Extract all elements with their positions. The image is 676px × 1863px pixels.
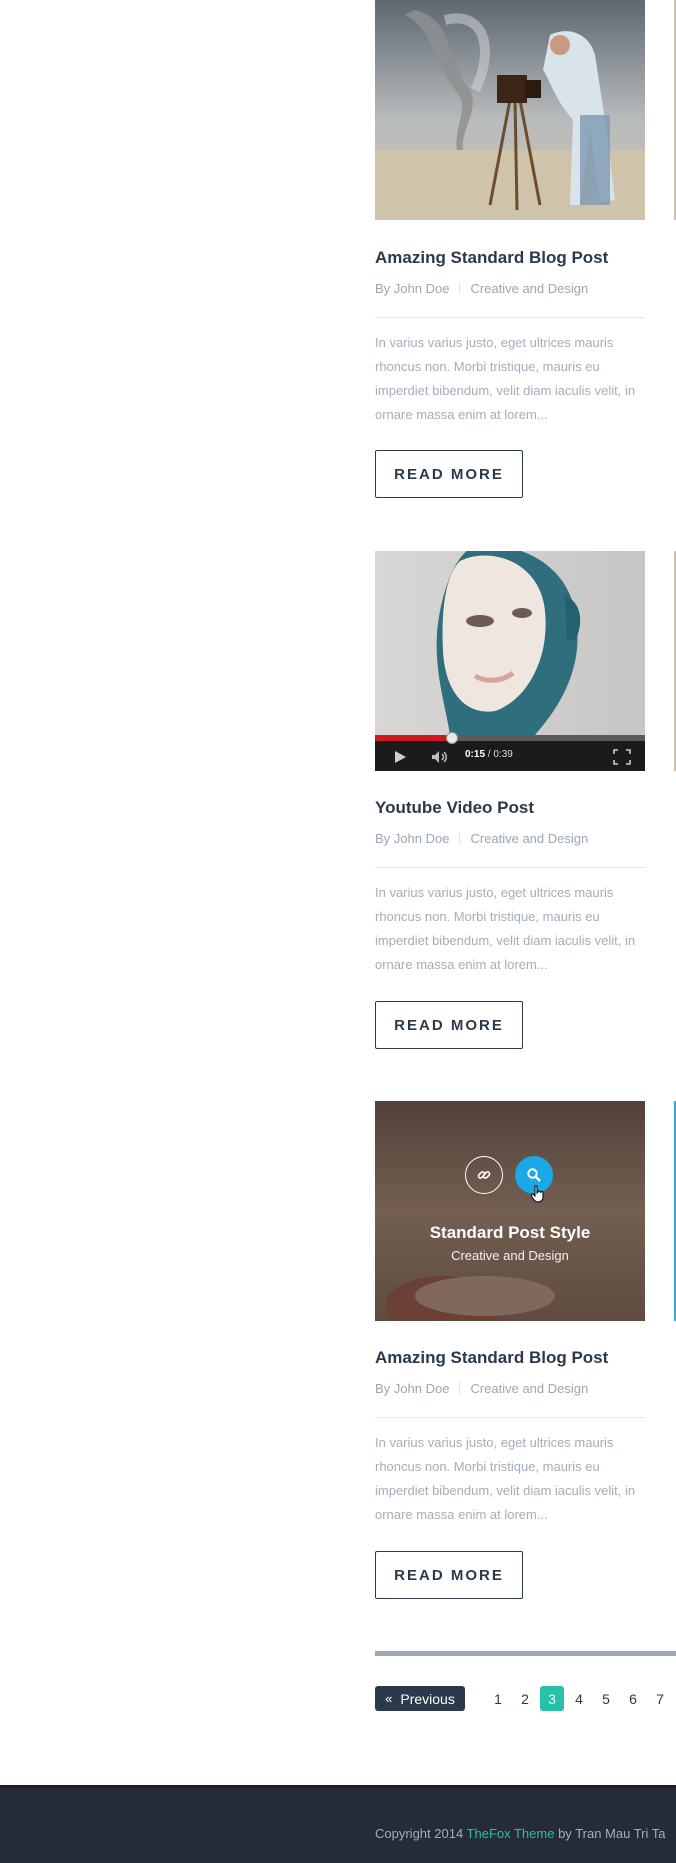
video-duration: / 0:39: [487, 749, 513, 760]
video-progress-fill: [375, 735, 453, 741]
page-number[interactable]: 6: [621, 1686, 645, 1711]
post-meta: By John Doe Creative and Design: [375, 281, 588, 296]
post-category[interactable]: Creative and Design: [470, 831, 588, 846]
page-number[interactable]: 2: [513, 1686, 537, 1711]
post-title[interactable]: Amazing Standard Blog Post: [375, 1348, 608, 1368]
post-image[interactable]: [375, 0, 645, 220]
page-number[interactable]: 7: [648, 1686, 672, 1711]
image-hover-overlay: [375, 1101, 645, 1321]
page-number[interactable]: 3: [540, 1686, 564, 1711]
post-author[interactable]: By John Doe: [375, 281, 449, 296]
post-category[interactable]: Creative and Design: [470, 1381, 588, 1396]
footer: [0, 1785, 676, 1863]
post-author[interactable]: By John Doe: [375, 831, 449, 846]
meta-separator: [459, 1382, 461, 1394]
meta-separator: [459, 282, 461, 294]
post-image[interactable]: Standard Post Style Creative and Design: [375, 1101, 645, 1321]
post-meta: By John Doe Creative and Design: [375, 1381, 588, 1396]
page-number[interactable]: 5: [594, 1686, 618, 1711]
post-author[interactable]: By John Doe: [375, 1381, 449, 1396]
read-more-button[interactable]: READ MORE: [375, 1551, 523, 1599]
footer-prefix: Copyright 2014: [375, 1826, 467, 1841]
footer-copyright: Copyright 2014 TheFox Theme by Tran Mau …: [375, 1826, 666, 1841]
post-divider: [375, 867, 645, 868]
previous-label: Previous: [400, 1690, 455, 1707]
video-time: 0:15 / 0:39: [465, 749, 513, 760]
post-excerpt: In varius varius justo, eget ultrices ma…: [375, 1435, 636, 1522]
post-meta: By John Doe Creative and Design: [375, 831, 588, 846]
overlay-subtitle: Creative and Design: [451, 1248, 569, 1263]
read-more-button[interactable]: READ MORE: [375, 450, 523, 498]
woman-portrait-video-frame: [375, 551, 645, 735]
double-chevron-left-icon: «: [385, 1691, 393, 1706]
tornado-photographer-image: [375, 0, 645, 220]
post-category[interactable]: Creative and Design: [470, 281, 588, 296]
post-excerpt: In varius varius justo, eget ultrices ma…: [375, 335, 636, 422]
post-excerpt: In varius varius justo, eget ultrices ma…: [375, 885, 636, 972]
post-divider: [375, 317, 645, 318]
post-title[interactable]: Amazing Standard Blog Post: [375, 248, 608, 268]
post-video[interactable]: 0:15 / 0:39: [375, 551, 645, 771]
pagination-divider: [375, 1651, 676, 1656]
volume-icon[interactable]: [431, 750, 449, 769]
post-title[interactable]: Youtube Video Post: [375, 798, 534, 818]
overlay-title[interactable]: Standard Post Style: [375, 1223, 645, 1243]
page-number[interactable]: 4: [567, 1686, 591, 1711]
fullscreen-icon[interactable]: [613, 749, 631, 770]
hand-cursor-icon: [530, 1185, 545, 1208]
video-current-time: 0:15: [465, 749, 486, 760]
footer-suffix: by Tran Mau Tri Ta: [554, 1826, 666, 1841]
previous-page-button[interactable]: « Previous: [375, 1686, 465, 1711]
link-icon[interactable]: [465, 1156, 503, 1194]
play-icon[interactable]: [393, 750, 407, 769]
footer-brand-link[interactable]: TheFox Theme: [467, 1826, 555, 1841]
post-divider: [375, 1417, 645, 1418]
meta-separator: [459, 832, 461, 844]
read-more-button[interactable]: READ MORE: [375, 1001, 523, 1049]
page-number[interactable]: 1: [486, 1686, 510, 1711]
